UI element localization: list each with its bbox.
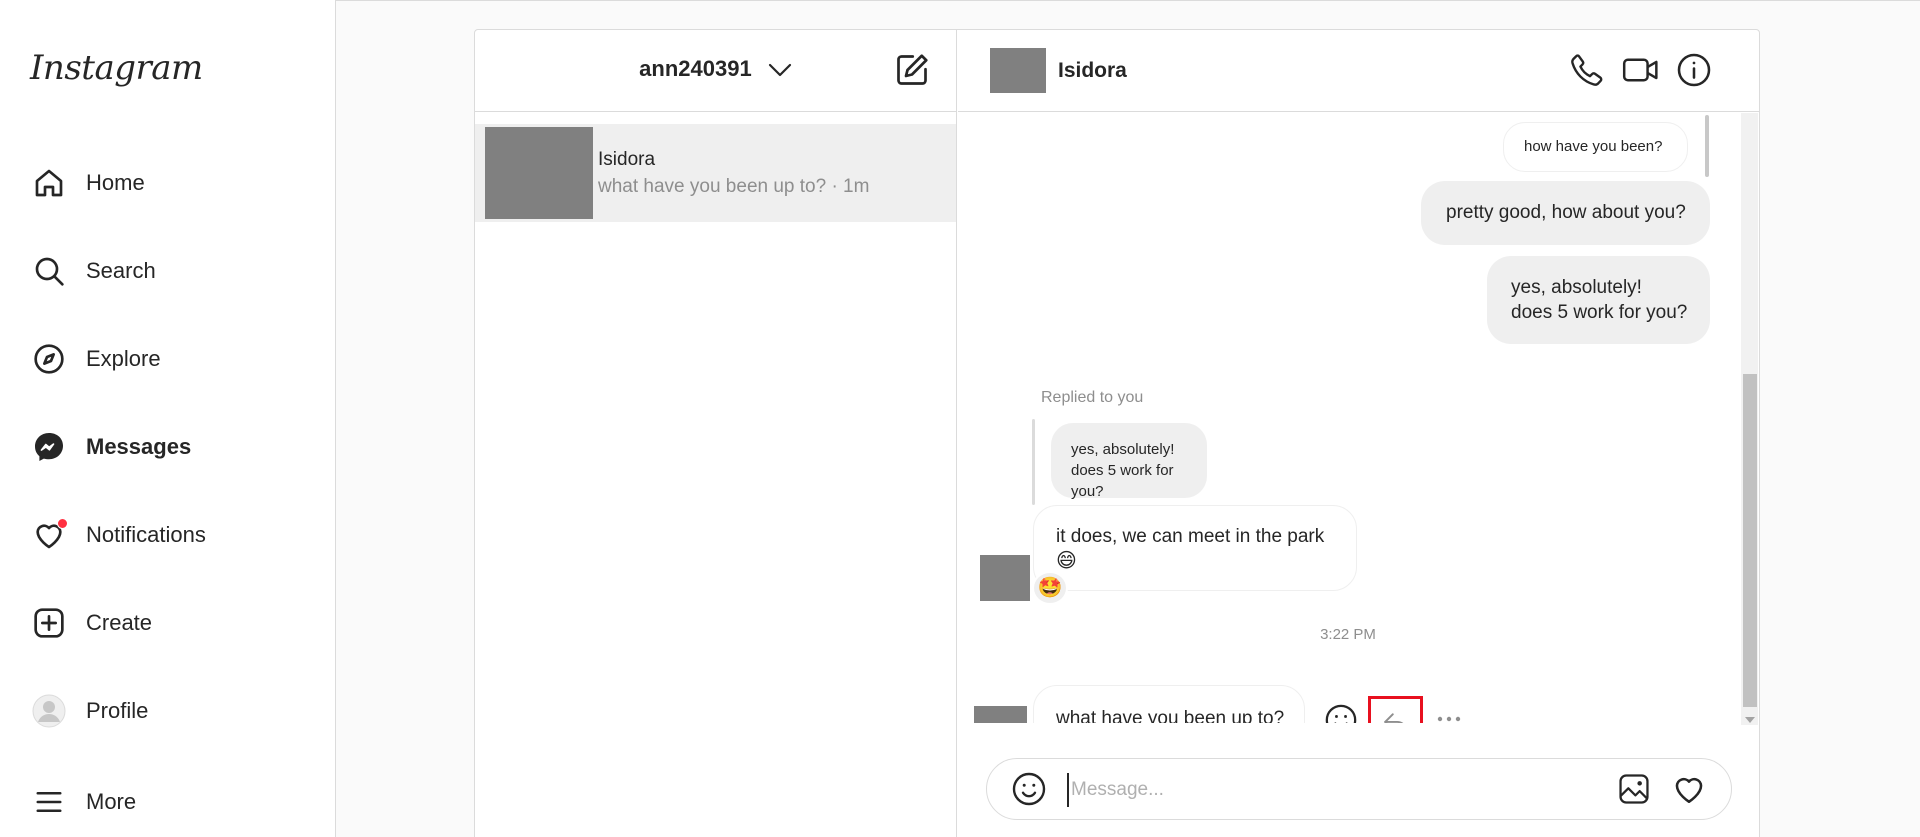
sidebar-item-label: Home (86, 170, 145, 195)
thread-list-header: ann240391 (475, 30, 956, 112)
message-line: does 5 work for you? (1511, 302, 1688, 323)
contact-name[interactable]: Isidora (1058, 59, 1127, 83)
message-input[interactable] (1067, 773, 1587, 807)
message-line: yes, absolutely! (1511, 277, 1642, 298)
replied-to-label: Replied to you (1041, 389, 1144, 406)
compose-icon (897, 54, 928, 85)
sidebar-item-explore[interactable]: Explore (32, 331, 322, 387)
sidebar-item-label: Explore (86, 346, 161, 371)
plus-square-icon (32, 606, 66, 640)
avatar[interactable] (980, 555, 1030, 601)
info-icon[interactable] (1676, 52, 1714, 90)
image-upload-icon[interactable] (1617, 772, 1653, 808)
reply-icon[interactable] (1368, 696, 1423, 723)
search-icon (32, 254, 66, 288)
heart-icon (32, 518, 68, 552)
sidebar-item-create[interactable]: Create (32, 595, 322, 651)
message-composer (986, 758, 1732, 820)
message-bubble-outgoing[interactable]: how have you been? (1503, 122, 1688, 172)
message-line: does 5 work for you? (1071, 462, 1174, 500)
react-icon[interactable] (1323, 702, 1359, 723)
quoted-message[interactable]: yes, absolutely! does 5 work for you? (1051, 423, 1207, 500)
emoji-picker-icon[interactable] (1011, 771, 1047, 807)
conversation-pane: Isidora how have you been? pretty good, … (958, 30, 1759, 837)
thread-list-pane: ann240391 Isidora what have you been up … (475, 30, 957, 837)
avatar-icon (32, 694, 66, 728)
thread-text: Isidora what have you been up to? · 1m (598, 149, 869, 198)
sidebar-item-home[interactable]: Home (32, 155, 322, 211)
compass-icon (32, 342, 66, 376)
account-username: ann240391 (639, 56, 752, 81)
conversation-header: Isidora (958, 30, 1759, 112)
sidebar-item-label: Messages (86, 434, 192, 459)
menu-icon (32, 785, 66, 819)
reply-quote-bar (1032, 419, 1035, 505)
sidebar-item-notifications[interactable]: Notifications (32, 507, 322, 563)
message-bubble-outgoing[interactable]: yes, absolutely! does 5 work for you? (1487, 256, 1710, 344)
avatar[interactable] (974, 706, 1027, 723)
sidebar-item-label: More (86, 789, 137, 814)
sidebar-item-messages[interactable]: Messages (32, 419, 322, 475)
sidebar-item-profile[interactable]: Profile (32, 683, 322, 739)
like-heart-icon[interactable] (1672, 772, 1708, 808)
direct-messages-panel: ann240391 Isidora what have you been up … (474, 29, 1760, 837)
message-bubble-incoming[interactable]: it does, we can meet in the park 😄 (1033, 505, 1357, 591)
avatar (485, 127, 593, 219)
new-message-button[interactable] (894, 52, 930, 88)
top-border (336, 0, 1920, 1)
instagram-logo[interactable]: Instagram (30, 48, 203, 88)
message-timestamp: 3:22 PM (1320, 626, 1376, 643)
sidebar-item-search[interactable]: Search (32, 243, 322, 299)
notification-badge (57, 518, 68, 529)
scrollbar-thumb[interactable] (1743, 374, 1757, 707)
messages-scrollbar[interactable] (1741, 113, 1758, 725)
messenger-icon (32, 430, 66, 464)
message-bubble-incoming[interactable]: what have you been up to? (1033, 685, 1305, 723)
thread-name: Isidora (598, 148, 656, 170)
message-reaction[interactable]: 🤩 (1032, 571, 1068, 605)
sidebar-item-label: Notifications (86, 522, 206, 547)
sidebar-item-label: Search (86, 258, 156, 283)
thread-preview: what have you been up to? · 1m (598, 175, 870, 197)
avatar[interactable] (990, 48, 1046, 93)
message-text: it does, we can meet in the park (1056, 526, 1325, 547)
sidebar-item-label: Create (86, 610, 153, 635)
thread-item-isidora[interactable]: Isidora what have you been up to? · 1m (475, 124, 956, 222)
video-icon[interactable] (1622, 52, 1660, 90)
emoji: 😄 (1056, 550, 1077, 572)
sidebar-nav: Instagram Home Search Explore Messages N… (0, 0, 336, 837)
phone-icon[interactable] (1569, 52, 1607, 90)
more-options-icon[interactable] (1436, 711, 1462, 723)
chevron-down-icon (768, 57, 792, 83)
home-icon (32, 166, 66, 200)
sidebar-item-label: Profile (86, 698, 149, 723)
account-switcher[interactable]: ann240391 (475, 56, 956, 83)
reaction-emoji: 🤩 (1037, 577, 1063, 599)
message-bubble-outgoing[interactable]: pretty good, how about you? (1421, 181, 1710, 245)
sidebar-item-more[interactable]: More (32, 774, 322, 830)
scroll-down-arrow-icon[interactable] (1745, 717, 1755, 723)
message-thread[interactable]: how have you been? pretty good, how abou… (958, 113, 1738, 723)
message-line: yes, absolutely! (1071, 441, 1175, 458)
quote-line (1705, 115, 1709, 177)
